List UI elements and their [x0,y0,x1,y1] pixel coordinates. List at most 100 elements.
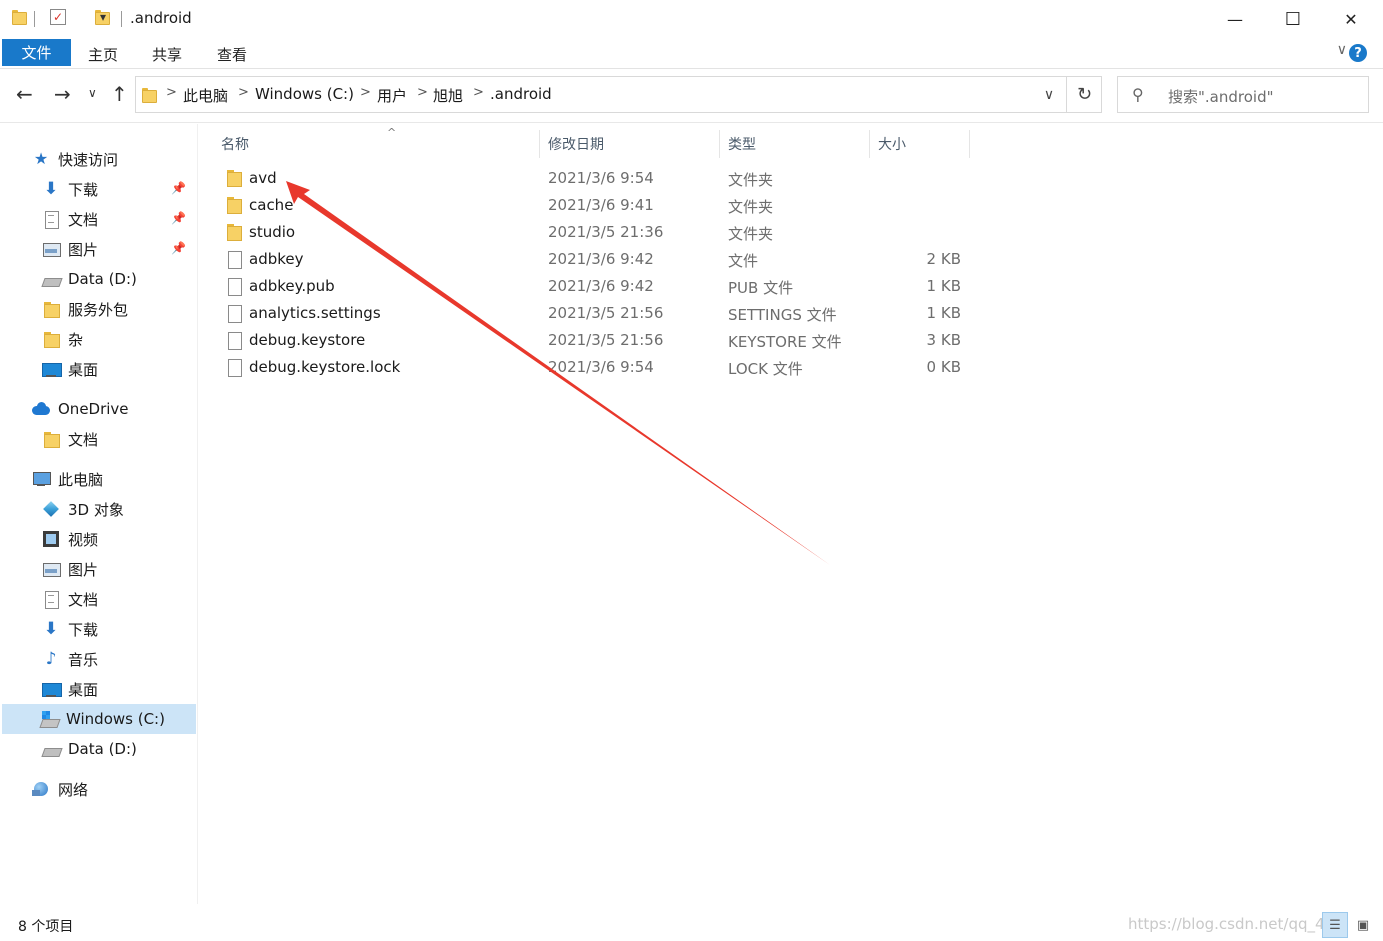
breadcrumb-this-pc[interactable]: 此电脑 [183,85,228,106]
sidebar-item-pictures[interactable]: 图片 📌 [42,235,194,263]
breadcrumb-users[interactable]: 用户 [377,85,407,106]
table-row[interactable]: adbkey.pub 2021/3/6 9:42 PUB 文件 1 KB [221,273,981,300]
file-date: 2021/3/6 9:42 [548,277,654,295]
drive-icon [42,270,60,288]
folder-icon [225,169,243,187]
file-date: 2021/3/5 21:56 [548,304,664,322]
pin-icon[interactable]: 📌 [171,211,186,225]
sidebar-item-label: 图片 [68,560,99,579]
breadcrumb-android[interactable]: .android [490,85,552,103]
sidebar-item-label: 网络 [58,780,89,799]
sort-ascending-icon: ^ [387,126,397,139]
item-count: 8 个项目 [18,919,74,935]
close-button[interactable]: ✕ [1322,0,1380,38]
column-header-type[interactable]: 类型 [720,130,870,158]
address-dropdown-button[interactable]: ∨ [1032,76,1066,113]
folder-icon [42,430,60,448]
file-type: 文件 [728,252,759,270]
breadcrumb-user-folder[interactable]: 旭旭 [433,85,463,106]
tab-file[interactable]: 文件 [2,39,71,66]
maximize-button[interactable]: ☐ [1264,0,1322,38]
sidebar-item-label: 此电脑 [58,470,104,489]
title-bar: ✓ ▾ .android — ☐ ✕ [0,0,1383,38]
table-row[interactable]: cache 2021/3/6 9:41 文件夹 [221,192,981,219]
table-row[interactable]: studio 2021/3/5 21:36 文件夹 [221,219,981,246]
picture-icon [42,560,61,578]
sidebar-item-desktop[interactable]: 桌面 [42,355,98,383]
column-header-name[interactable]: 名称 ^ [213,126,540,158]
tab-view[interactable]: 查看 [217,44,247,65]
search-input[interactable]: 搜索".android" [1168,86,1274,107]
file-type: KEYSTORE 文件 [728,333,842,351]
search-box[interactable]: ⚲ 搜索".android" [1117,76,1369,113]
file-icon [225,331,243,350]
ribbon-expand-icon[interactable]: ∨ [1337,42,1347,58]
sidebar-item-label: 文档 [68,430,99,449]
tab-home[interactable]: 主页 [88,44,118,65]
window-title: .android [130,9,192,27]
sidebar-item-label: 文档 [68,210,99,229]
table-row[interactable]: analytics.settings 2021/3/5 21:56 SETTINGS… [221,300,981,327]
file-type: 文件夹 [728,171,774,189]
table-row[interactable]: debug.keystore 2021/3/5 21:56 KEYSTORE 文件 3… [221,327,981,354]
sidebar-item-label: Windows (C:) [66,710,165,728]
address-bar[interactable]: > 此电脑 > Windows (C:) > 用户 > 旭旭 > .androi… [135,76,1102,113]
download-icon: ⬇ [43,619,59,639]
sidebar-item-data-d[interactable]: Data (D:) [42,265,137,293]
sidebar-item-pc-desktop[interactable]: 桌面 [42,675,98,703]
sidebar-item-pc-data-d[interactable]: Data (D:) [42,735,137,763]
table-row[interactable]: avd 2021/3/6 9:54 文件夹 [221,165,981,192]
up-button[interactable]: ↑ [111,82,128,106]
sidebar-item-3d-objects[interactable]: 3D 对象 [42,495,124,523]
sidebar-item-label: 快速访问 [58,150,119,169]
sidebar-item-music[interactable]: ♪ 音乐 [42,645,98,673]
file-type: LOCK 文件 [728,360,803,378]
minimize-button[interactable]: — [1206,0,1264,38]
breadcrumb-separator[interactable]: > [360,85,371,100]
breadcrumb-separator[interactable]: > [417,85,428,100]
file-date: 2021/3/6 9:42 [548,250,654,268]
sidebar-item-onedrive[interactable]: OneDrive [32,395,129,423]
sidebar-item-pc-downloads[interactable]: ⬇ 下载 [42,615,98,643]
details-view-button[interactable]: ☰ [1322,912,1348,938]
help-icon[interactable]: ? [1349,44,1367,62]
forward-button[interactable]: → [54,82,71,106]
sidebar-item-label: 桌面 [68,360,99,379]
pin-icon[interactable]: 📌 [171,181,186,195]
breadcrumb-separator[interactable]: > [166,85,177,100]
column-header-date[interactable]: 修改日期 [540,130,720,158]
breadcrumb-separator[interactable]: > [473,85,484,100]
sidebar-item-windows-c[interactable]: Windows (C:) [2,704,196,734]
sidebar-item-this-pc[interactable]: 此电脑 [32,465,103,493]
quick-access-dropdown-icon[interactable]: ▾ [100,10,106,24]
tab-share[interactable]: 共享 [152,44,182,65]
file-name: cache [249,196,294,214]
sidebar-item-pc-pictures[interactable]: 图片 [42,555,98,583]
sidebar-item-outsourcing[interactable]: 服务外包 [42,295,128,323]
back-button[interactable]: ← [16,82,33,106]
breadcrumb-windows-c[interactable]: Windows (C:) [255,85,354,103]
breadcrumb-separator[interactable]: > [238,85,249,100]
sidebar-item-network[interactable]: 网络 [32,775,88,803]
sidebar-item-videos[interactable]: 视频 [42,525,98,553]
sidebar-item-onedrive-documents[interactable]: 文档 [42,425,98,453]
sidebar-item-label: OneDrive [58,400,129,418]
column-header-size[interactable]: 大小 [870,130,970,158]
refresh-button[interactable]: ↻ [1066,76,1102,113]
video-icon [42,530,60,548]
sidebar-item-misc[interactable]: 杂 [42,325,83,353]
properties-icon[interactable]: ✓ [50,9,66,25]
sidebar-item-pc-documents[interactable]: 文档 [42,585,98,613]
table-row[interactable]: adbkey 2021/3/6 9:42 文件 2 KB [221,246,981,273]
pin-icon[interactable]: 📌 [171,241,186,255]
large-icons-view-button[interactable]: ▣ [1350,912,1376,938]
sidebar-item-label: Data (D:) [68,740,137,758]
sidebar-item-quick-access[interactable]: ★ 快速访问 [32,145,118,173]
recent-locations-button[interactable]: ∨ [88,86,97,100]
sidebar-item-downloads[interactable]: ⬇ 下载 📌 [42,175,194,203]
sidebar-item-documents[interactable]: 文档 📌 [42,205,194,233]
file-name: debug.keystore [249,331,366,349]
sidebar-item-label: 图片 [68,240,99,259]
table-row[interactable]: debug.keystore.lock 2021/3/6 9:54 LOCK 文件 0… [221,354,981,381]
file-size: 2 KB [926,250,961,268]
